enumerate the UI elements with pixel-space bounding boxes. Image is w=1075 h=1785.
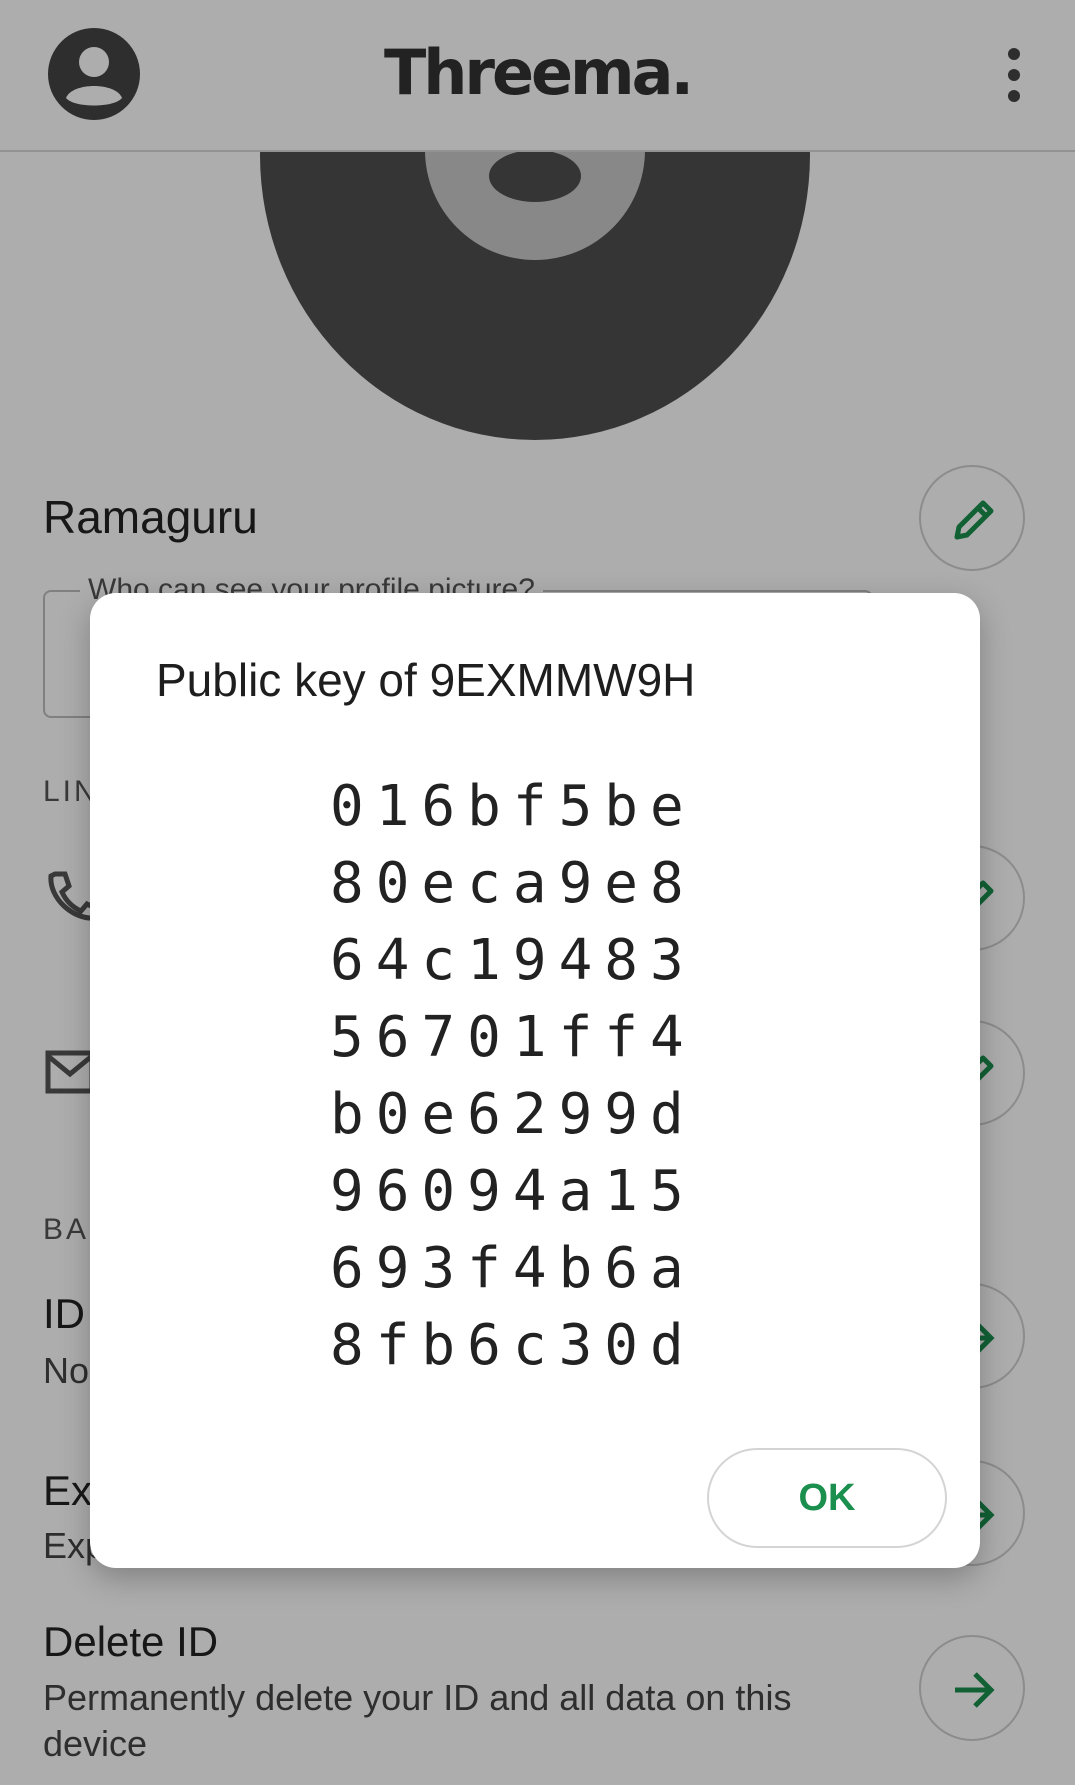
key-line: 56701ff4 [330, 1005, 696, 1070]
key-line: 96094a15 [330, 1159, 696, 1224]
dialog-title: Public key of 9EXMMW9H [156, 654, 696, 706]
public-key-dialog: Public key of 9EXMMW9H 016bf5be 80eca9e8… [90, 593, 980, 1568]
key-line: b0e6299d [330, 1082, 696, 1147]
ok-button[interactable]: OK [707, 1448, 947, 1548]
key-line: 8fb6c30d [330, 1313, 696, 1378]
key-line: 64c19483 [330, 928, 696, 993]
key-line: 693f4b6a [330, 1236, 696, 1301]
key-line: 80eca9e8 [330, 851, 696, 916]
key-line: 016bf5be [330, 774, 696, 839]
public-key-text: 016bf5be 80eca9e8 64c19483 56701ff4 b0e6… [330, 768, 750, 1384]
